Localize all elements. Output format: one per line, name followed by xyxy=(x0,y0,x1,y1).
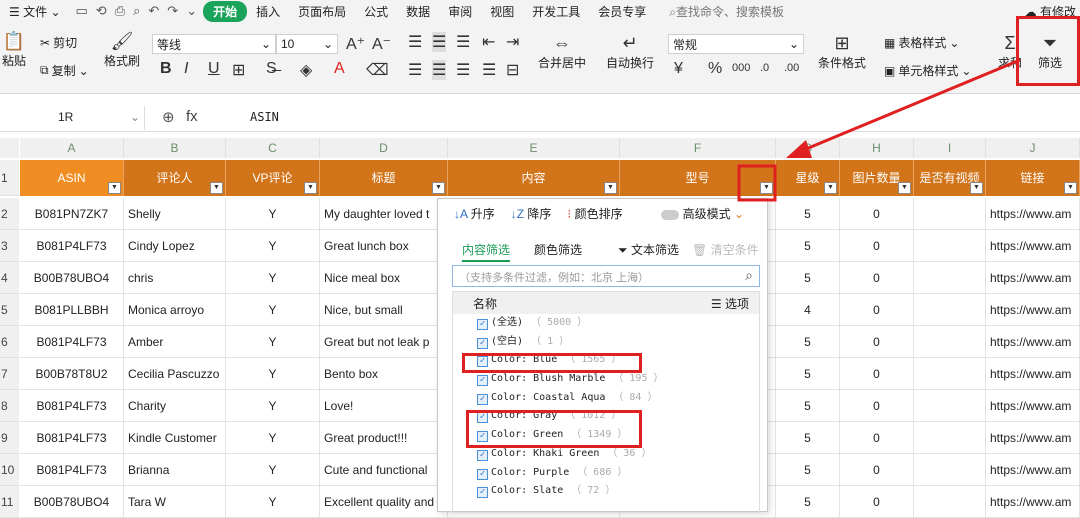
annotation-overlay xyxy=(737,58,1021,202)
red-arrow-head xyxy=(786,140,812,158)
model-filter-dropdown-highlight xyxy=(737,164,777,202)
red-arrow-line xyxy=(793,58,1021,156)
